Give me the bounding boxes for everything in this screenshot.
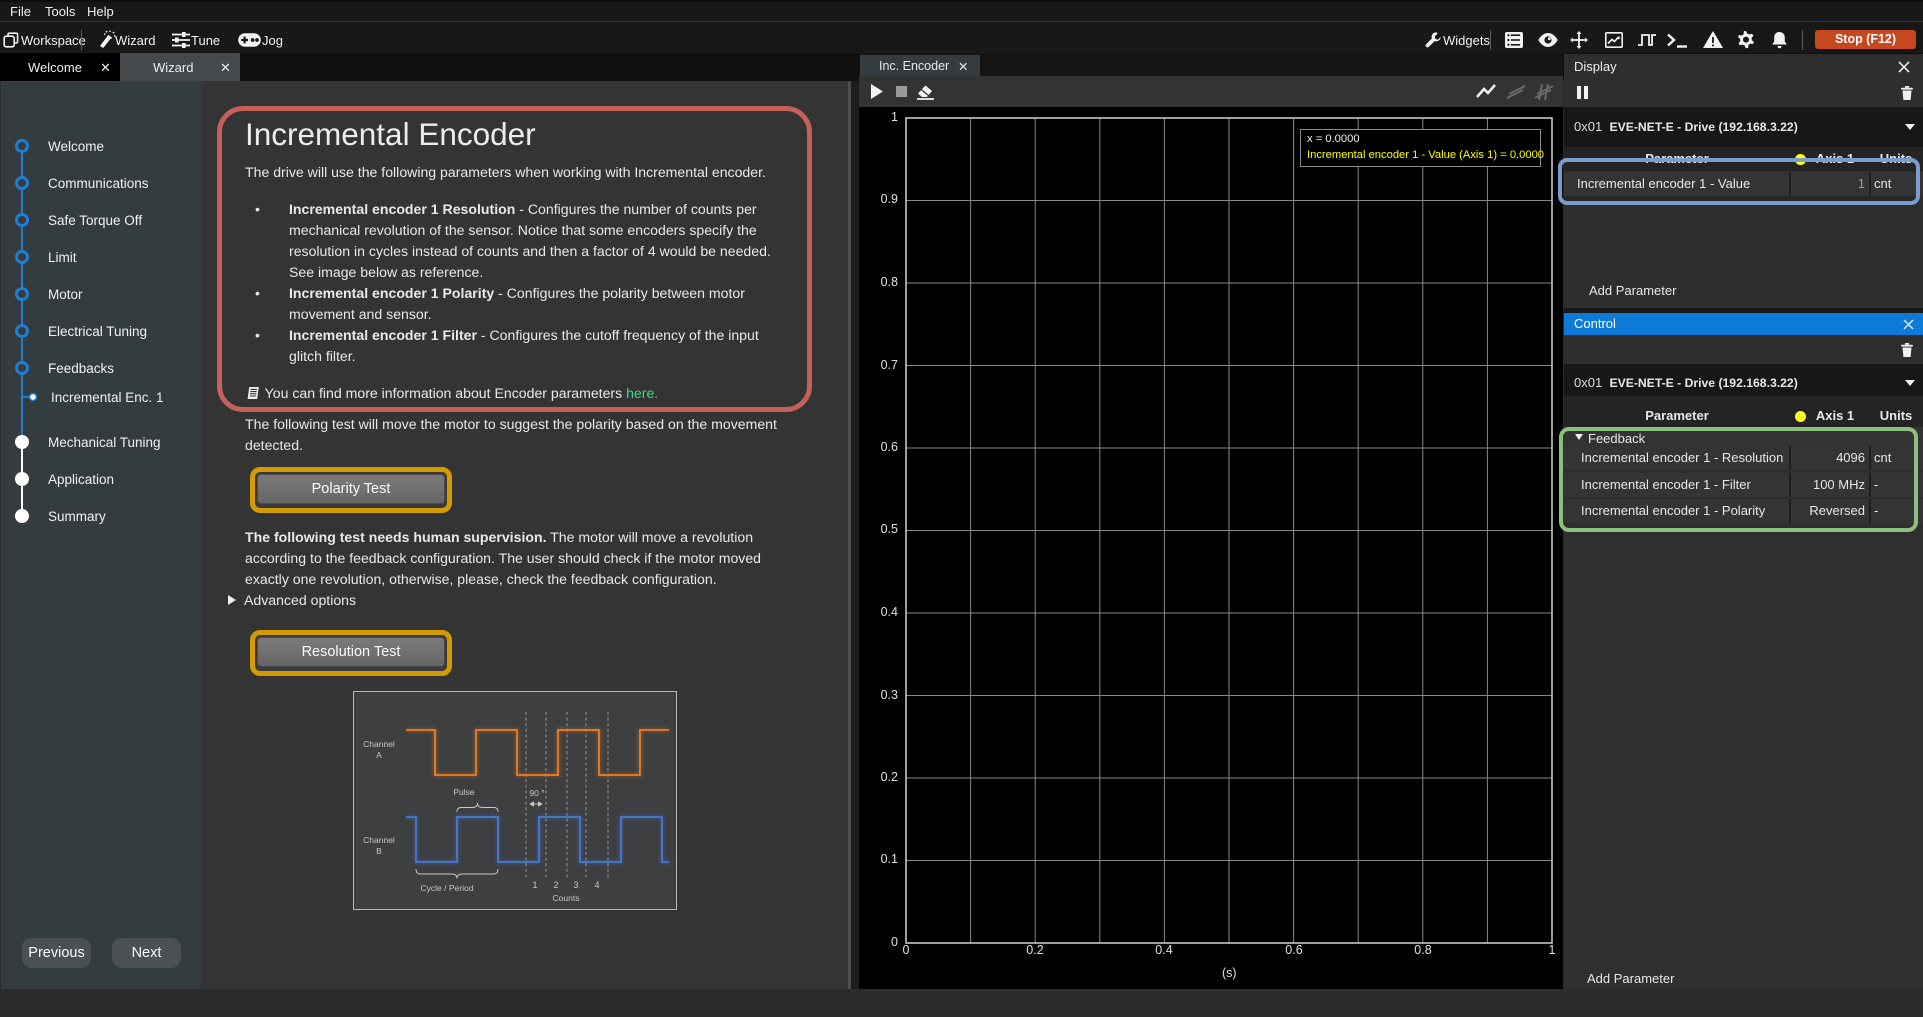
svg-text:2: 2 [553,880,558,890]
svg-text:4: 4 [594,880,599,890]
svg-text:Cycle / Period: Cycle / Period [421,883,474,893]
svg-text:B: B [376,846,382,856]
svg-text:3: 3 [573,880,578,890]
svg-text:Channel: Channel [363,739,395,749]
svg-text:90 °: 90 ° [529,788,544,798]
svg-text:Counts: Counts [553,893,580,903]
svg-text:Channel: Channel [363,835,395,845]
svg-text:A: A [376,750,382,760]
svg-text:1: 1 [532,880,537,890]
svg-text:Pulse: Pulse [453,787,475,797]
